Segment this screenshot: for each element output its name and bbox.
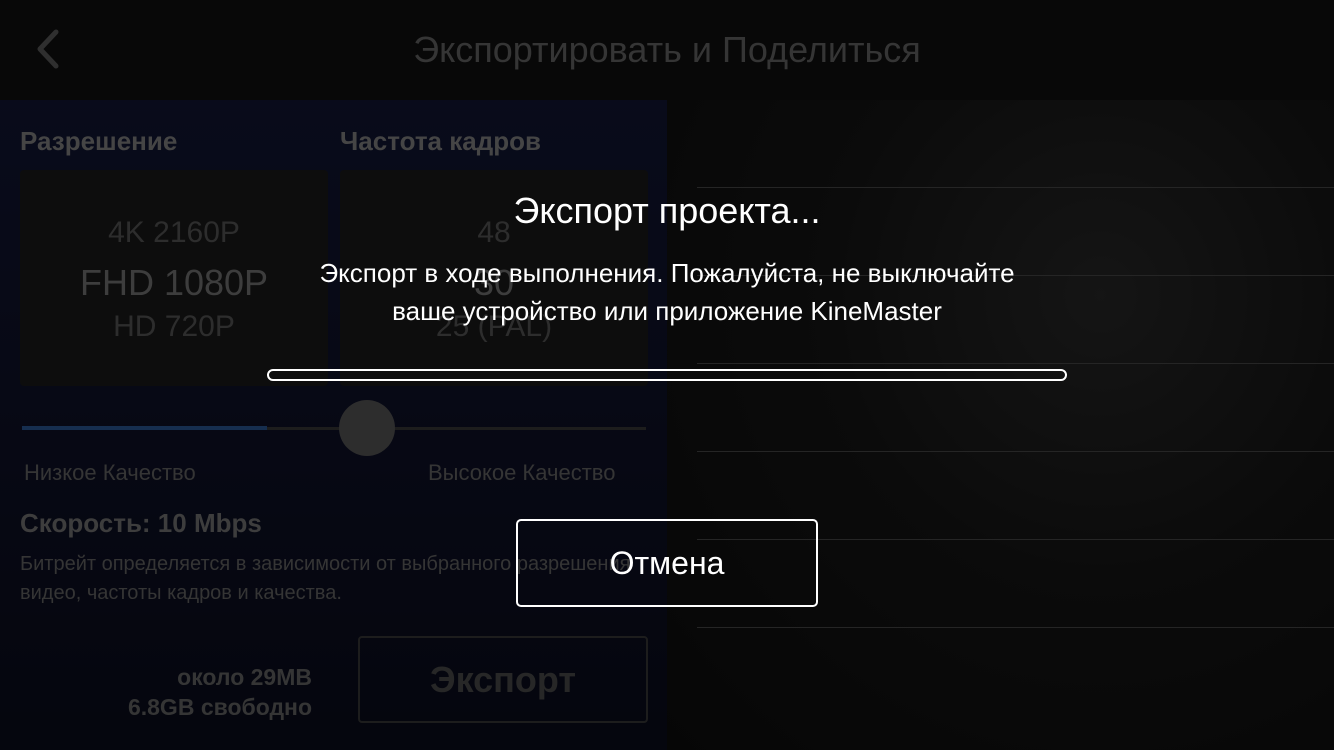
dialog-message: Экспорт в ходе выполнения. Пожалуйста, н… xyxy=(267,254,1067,330)
export-progress-bar xyxy=(267,369,1067,381)
dialog-title: Экспорт проекта... xyxy=(513,190,821,231)
dialog-message-line: ваше устройство или приложение KineMaste… xyxy=(392,296,942,326)
cancel-button[interactable]: Отмена xyxy=(516,519,818,607)
dialog-message-line: Экспорт в ходе выполнения. Пожалуйста, н… xyxy=(319,258,1015,288)
